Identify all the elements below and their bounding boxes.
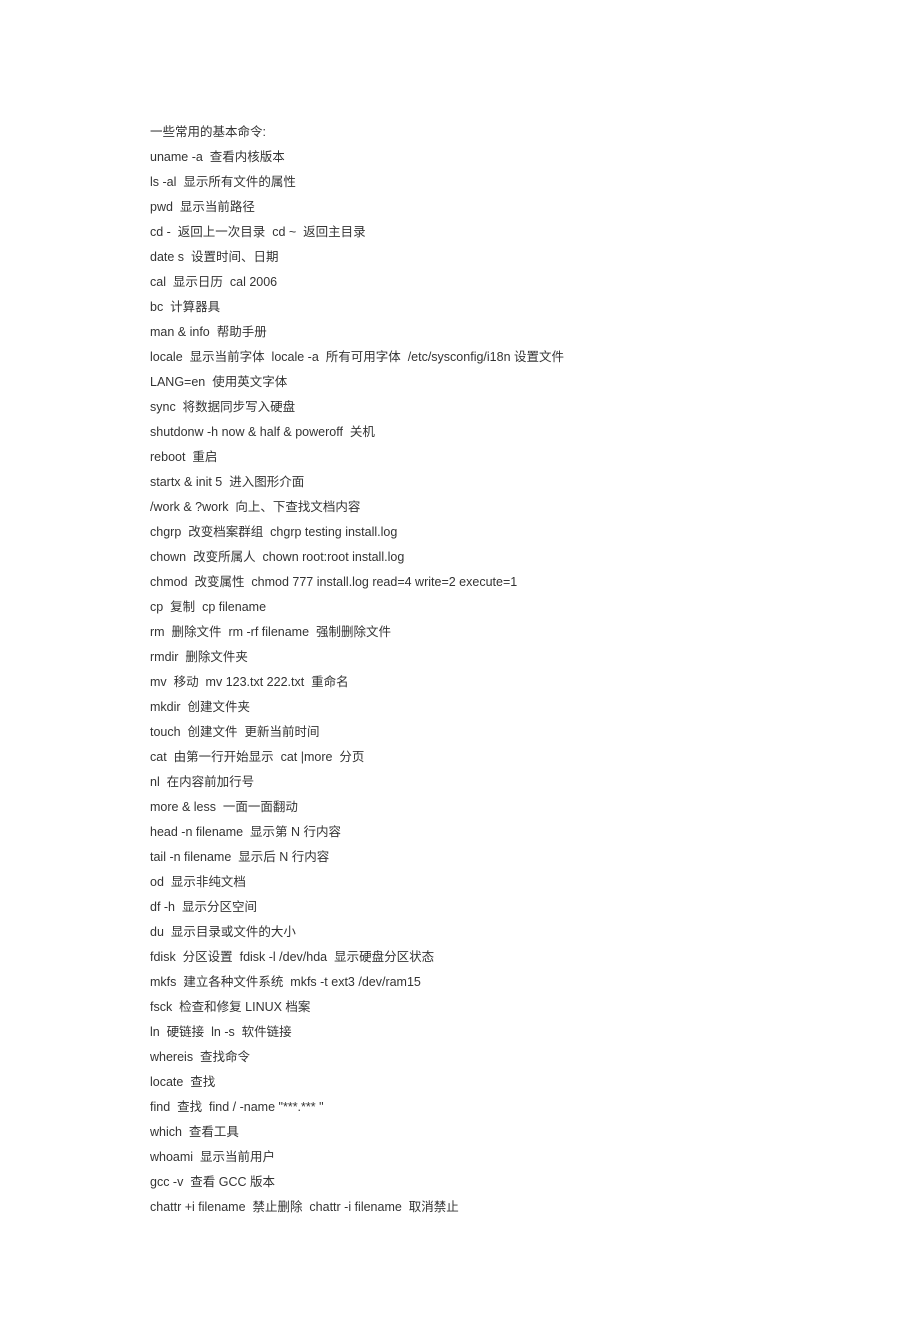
command-line: whoami 显示当前用户 bbox=[150, 1145, 770, 1170]
command-line: shutdonw -h now & half & poweroff 关机 bbox=[150, 420, 770, 445]
command-line: locate 查找 bbox=[150, 1070, 770, 1095]
command-line: cal 显示日历 cal 2006 bbox=[150, 270, 770, 295]
command-line: ls -al 显示所有文件的属性 bbox=[150, 170, 770, 195]
command-line: find 查找 find / -name "***.*** " bbox=[150, 1095, 770, 1120]
command-line: chown 改变所属人 chown root:root install.log bbox=[150, 545, 770, 570]
command-line: which 查看工具 bbox=[150, 1120, 770, 1145]
command-line: fsck 检查和修复 LINUX 档案 bbox=[150, 995, 770, 1020]
command-line: rm 删除文件 rm -rf filename 强制删除文件 bbox=[150, 620, 770, 645]
command-line: head -n filename 显示第 N 行内容 bbox=[150, 820, 770, 845]
command-line: cd - 返回上一次目录 cd ~ 返回主目录 bbox=[150, 220, 770, 245]
command-line: bc 计算器具 bbox=[150, 295, 770, 320]
command-line: sync 将数据同步写入硬盘 bbox=[150, 395, 770, 420]
command-line: chattr +i filename 禁止删除 chattr -i filena… bbox=[150, 1195, 770, 1220]
command-line: /work & ?work 向上、下查找文档内容 bbox=[150, 495, 770, 520]
command-line: cat 由第一行开始显示 cat |more 分页 bbox=[150, 745, 770, 770]
command-line: tail -n filename 显示后 N 行内容 bbox=[150, 845, 770, 870]
document-body: 一些常用的基本命令:uname -a 查看内核版本ls -al 显示所有文件的属… bbox=[0, 0, 920, 1320]
command-line: cp 复制 cp filename bbox=[150, 595, 770, 620]
command-line: date s 设置时间、日期 bbox=[150, 245, 770, 270]
command-line: whereis 查找命令 bbox=[150, 1045, 770, 1070]
command-line: chgrp 改变档案群组 chgrp testing install.log bbox=[150, 520, 770, 545]
command-line: LANG=en 使用英文字体 bbox=[150, 370, 770, 395]
command-line: nl 在内容前加行号 bbox=[150, 770, 770, 795]
command-line: gcc -v 查看 GCC 版本 bbox=[150, 1170, 770, 1195]
command-line: mv 移动 mv 123.txt 222.txt 重命名 bbox=[150, 670, 770, 695]
command-line: chmod 改变属性 chmod 777 install.log read=4 … bbox=[150, 570, 770, 595]
command-line: man & info 帮助手册 bbox=[150, 320, 770, 345]
command-line: reboot 重启 bbox=[150, 445, 770, 470]
command-line: more & less 一面一面翻动 bbox=[150, 795, 770, 820]
command-line: rmdir 删除文件夹 bbox=[150, 645, 770, 670]
command-line: ln 硬链接 ln -s 软件链接 bbox=[150, 1020, 770, 1045]
command-line: locale 显示当前字体 locale -a 所有可用字体 /etc/sysc… bbox=[150, 345, 770, 370]
command-line: du 显示目录或文件的大小 bbox=[150, 920, 770, 945]
command-line: uname -a 查看内核版本 bbox=[150, 145, 770, 170]
command-line: touch 创建文件 更新当前时间 bbox=[150, 720, 770, 745]
command-line: startx & init 5 进入图形介面 bbox=[150, 470, 770, 495]
command-line: fdisk 分区设置 fdisk -l /dev/hda 显示硬盘分区状态 bbox=[150, 945, 770, 970]
command-line: mkfs 建立各种文件系统 mkfs -t ext3 /dev/ram15 bbox=[150, 970, 770, 995]
command-line: od 显示非纯文档 bbox=[150, 870, 770, 895]
command-line: 一些常用的基本命令: bbox=[150, 120, 770, 145]
command-line: pwd 显示当前路径 bbox=[150, 195, 770, 220]
command-line: df -h 显示分区空间 bbox=[150, 895, 770, 920]
command-line: mkdir 创建文件夹 bbox=[150, 695, 770, 720]
